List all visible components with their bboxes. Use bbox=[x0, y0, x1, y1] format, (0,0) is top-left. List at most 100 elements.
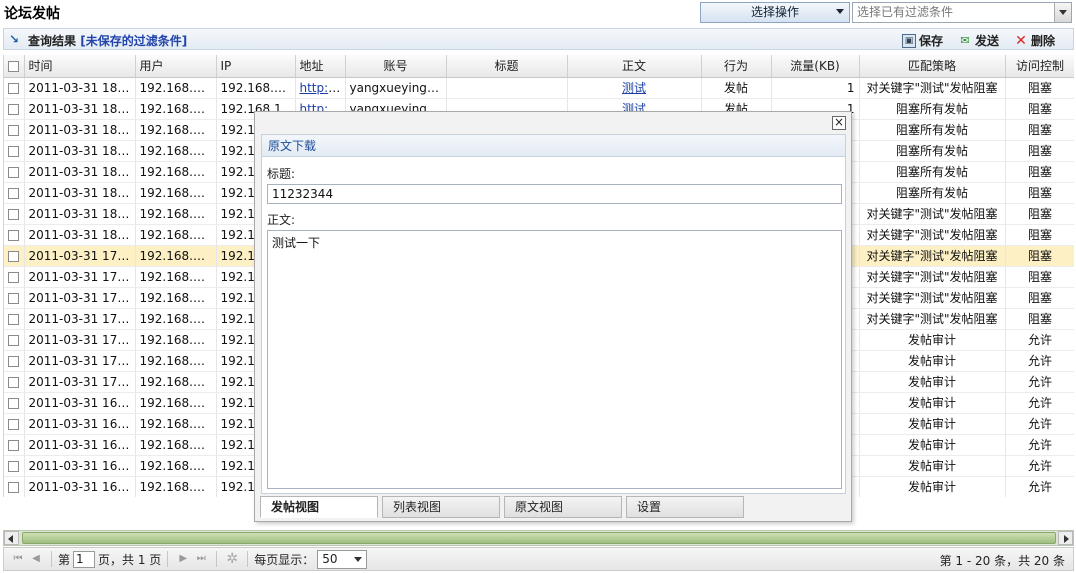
table-row[interactable]: 2011-03-31 18:… 192.168.1… 192.168.1… http:… bbox=[4, 77, 1074, 99]
cell-addr[interactable]: http:/… bbox=[295, 77, 346, 99]
subject-label: 标题: bbox=[267, 167, 296, 181]
row-checkbox[interactable] bbox=[4, 308, 25, 330]
filter-select[interactable]: 选择已有过滤条件 bbox=[852, 2, 1072, 23]
row-checkbox[interactable] bbox=[4, 413, 25, 435]
page-input[interactable]: 1 bbox=[73, 550, 96, 568]
last-page-icon[interactable]: ⏭ bbox=[193, 551, 209, 567]
cell-user: 192.168.1… bbox=[135, 371, 217, 393]
cell-ip: 192.168.1… bbox=[216, 77, 296, 99]
row-checkbox[interactable] bbox=[4, 140, 25, 162]
cell-user: 192.168.1… bbox=[135, 203, 217, 225]
cell-time: 2011-03-31 17:… bbox=[24, 329, 136, 351]
col-header-ip[interactable]: IP bbox=[216, 55, 296, 78]
subject-field[interactable]: 11232344 bbox=[267, 184, 842, 204]
row-checkbox[interactable] bbox=[4, 98, 25, 120]
row-checkbox[interactable] bbox=[4, 329, 25, 351]
cell-time: 2011-03-31 16:… bbox=[24, 476, 136, 497]
row-checkbox[interactable] bbox=[4, 476, 25, 497]
row-checkbox[interactable] bbox=[4, 371, 25, 393]
cell-user: 192.168.1… bbox=[135, 224, 217, 246]
row-checkbox[interactable] bbox=[4, 455, 25, 477]
row-checkbox[interactable] bbox=[4, 287, 25, 309]
tab-original-view[interactable]: 原文视图 bbox=[504, 496, 622, 518]
tab-settings[interactable]: 设置 bbox=[626, 496, 744, 518]
cell-control: 允许 bbox=[1005, 476, 1074, 497]
horizontal-scrollbar[interactable] bbox=[3, 530, 1074, 546]
cell-control: 阻塞 bbox=[1005, 119, 1074, 141]
cell-user: 192.168.1… bbox=[135, 308, 217, 330]
cell-time: 2011-03-31 18:… bbox=[24, 77, 136, 99]
select-all-checkbox[interactable] bbox=[4, 55, 25, 78]
cell-policy: 发帖审计 bbox=[859, 434, 1006, 456]
cell-control: 阻塞 bbox=[1005, 224, 1074, 246]
row-checkbox[interactable] bbox=[4, 392, 25, 414]
body-link[interactable]: 测试 bbox=[622, 81, 646, 95]
col-header-user[interactable]: 用户 bbox=[135, 55, 217, 78]
row-checkbox[interactable] bbox=[4, 266, 25, 288]
result-bar: ↘ 查询结果 [未保存的过滤条件] ▣ 保存 ✉ 发送 ✕ 删除 bbox=[3, 28, 1074, 50]
save-button[interactable]: ▣ 保存 bbox=[902, 32, 943, 49]
per-page-select[interactable]: 50 bbox=[317, 549, 368, 569]
first-page-icon[interactable]: ⏮ bbox=[10, 551, 26, 567]
cell-time: 2011-03-31 17:… bbox=[24, 287, 136, 309]
next-page-icon[interactable]: ▶ bbox=[175, 551, 191, 567]
cell-subject bbox=[446, 77, 568, 99]
refresh-icon[interactable]: ✲ bbox=[224, 551, 240, 567]
top-bar: 论坛发帖 选择操作 选择已有过滤条件 bbox=[0, 0, 1076, 26]
cell-policy: 发帖审计 bbox=[859, 476, 1006, 497]
col-header-address[interactable]: 地址 bbox=[295, 55, 346, 78]
row-checkbox[interactable] bbox=[4, 77, 25, 99]
col-header-account[interactable]: 账号 bbox=[345, 55, 447, 78]
page-title: 论坛发帖 bbox=[4, 6, 60, 22]
col-header-control[interactable]: 访问控制 bbox=[1005, 55, 1074, 78]
cell-body[interactable]: 测试 bbox=[567, 77, 702, 99]
row-checkbox[interactable] bbox=[4, 434, 25, 456]
action-select[interactable]: 选择操作 bbox=[700, 2, 850, 23]
row-checkbox[interactable] bbox=[4, 224, 25, 246]
tab-post-view[interactable]: 发帖视图 bbox=[260, 496, 378, 518]
row-checkbox[interactable] bbox=[4, 119, 25, 141]
cell-time: 2011-03-31 18:… bbox=[24, 98, 136, 120]
cell-user: 192.168.1… bbox=[135, 434, 217, 456]
address-link[interactable]: http:/… bbox=[300, 81, 345, 95]
row-checkbox[interactable] bbox=[4, 182, 25, 204]
tab-list-view[interactable]: 列表视图 bbox=[382, 496, 500, 518]
download-original-link[interactable]: 原文下载 bbox=[262, 135, 845, 157]
scroll-left-button[interactable] bbox=[4, 531, 19, 545]
cell-user: 192.168.1… bbox=[135, 98, 217, 120]
cell-policy: 阻塞所有发帖 bbox=[859, 119, 1006, 141]
scroll-thumb[interactable] bbox=[22, 532, 1056, 544]
cell-policy: 发帖审计 bbox=[859, 329, 1006, 351]
cell-control: 允许 bbox=[1005, 413, 1074, 435]
col-header-action[interactable]: 行为 bbox=[701, 55, 772, 78]
close-icon[interactable]: × bbox=[832, 116, 846, 130]
row-checkbox[interactable] bbox=[4, 203, 25, 225]
col-header-policy[interactable]: 匹配策略 bbox=[859, 55, 1006, 78]
filter-name: [未保存的过滤条件] bbox=[80, 34, 188, 48]
cell-policy: 发帖审计 bbox=[859, 371, 1006, 393]
delete-button[interactable]: ✕ 删除 bbox=[1014, 32, 1055, 49]
col-header-time[interactable]: 时间 bbox=[24, 55, 136, 78]
cell-action: 发帖 bbox=[701, 77, 772, 99]
cell-user: 192.168.1… bbox=[135, 476, 217, 497]
send-button[interactable]: ✉ 发送 bbox=[958, 32, 999, 49]
cell-control: 阻塞 bbox=[1005, 161, 1074, 183]
body-textarea[interactable]: 测试一下 bbox=[267, 230, 842, 489]
prev-page-icon[interactable]: ◀ bbox=[28, 551, 44, 567]
dropdown-arrow-icon[interactable] bbox=[1054, 3, 1071, 22]
row-checkbox[interactable] bbox=[4, 161, 25, 183]
row-checkbox[interactable] bbox=[4, 350, 25, 372]
body-label: 正文: bbox=[267, 213, 296, 227]
cell-policy: 对关键字"测试"发帖阻塞 bbox=[859, 308, 1006, 330]
cell-policy: 对关键字"测试"发帖阻塞 bbox=[859, 77, 1006, 99]
cell-control: 允许 bbox=[1005, 455, 1074, 477]
scroll-right-button[interactable] bbox=[1058, 531, 1073, 545]
col-header-subject[interactable]: 标题 bbox=[446, 55, 568, 78]
cell-time: 2011-03-31 16:… bbox=[24, 413, 136, 435]
row-checkbox[interactable] bbox=[4, 245, 25, 267]
col-header-body[interactable]: 正文 bbox=[567, 55, 702, 78]
cell-policy: 发帖审计 bbox=[859, 455, 1006, 477]
cell-policy: 阻塞所有发帖 bbox=[859, 161, 1006, 183]
per-page-label: 每页显示： bbox=[254, 552, 315, 567]
col-header-traffic[interactable]: 流量(KB) bbox=[771, 55, 860, 78]
